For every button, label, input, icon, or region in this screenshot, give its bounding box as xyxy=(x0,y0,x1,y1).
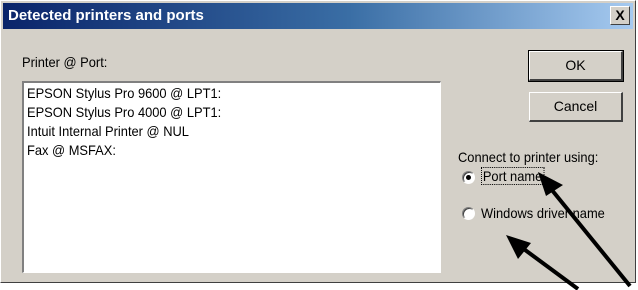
radio-selected-dot xyxy=(466,175,471,180)
cancel-button[interactable]: Cancel xyxy=(529,92,623,122)
windows-driver-name-radio[interactable] xyxy=(462,207,475,220)
dialog-window: Detected printers and ports X Printer @ … xyxy=(0,0,636,283)
port-name-radio[interactable] xyxy=(462,171,475,184)
list-item[interactable]: Fax @ MSFAX: xyxy=(27,141,404,160)
windows-driver-name-label[interactable]: Windows driver name xyxy=(481,205,605,221)
printer-port-listbox[interactable]: EPSON Stylus Pro 9600 @ LPT1: EPSON Styl… xyxy=(22,81,441,273)
list-item[interactable]: EPSON Stylus Pro 4000 @ LPT1: xyxy=(27,103,404,122)
title-bar[interactable]: Detected printers and ports X xyxy=(3,3,633,29)
list-item[interactable]: Intuit Internal Printer @ NUL xyxy=(27,122,404,141)
list-header-label: Printer @ Port: xyxy=(22,54,108,70)
list-item[interactable]: EPSON Stylus Pro 9600 @ LPT1: xyxy=(27,84,404,103)
connect-using-label: Connect to printer using: xyxy=(458,149,599,165)
close-button[interactable]: X xyxy=(610,6,630,25)
port-name-label[interactable]: Port name xyxy=(481,167,545,185)
ok-button[interactable]: OK xyxy=(528,50,624,82)
focus-rectangle: Port name xyxy=(481,167,545,185)
window-title: Detected printers and ports xyxy=(8,7,204,24)
